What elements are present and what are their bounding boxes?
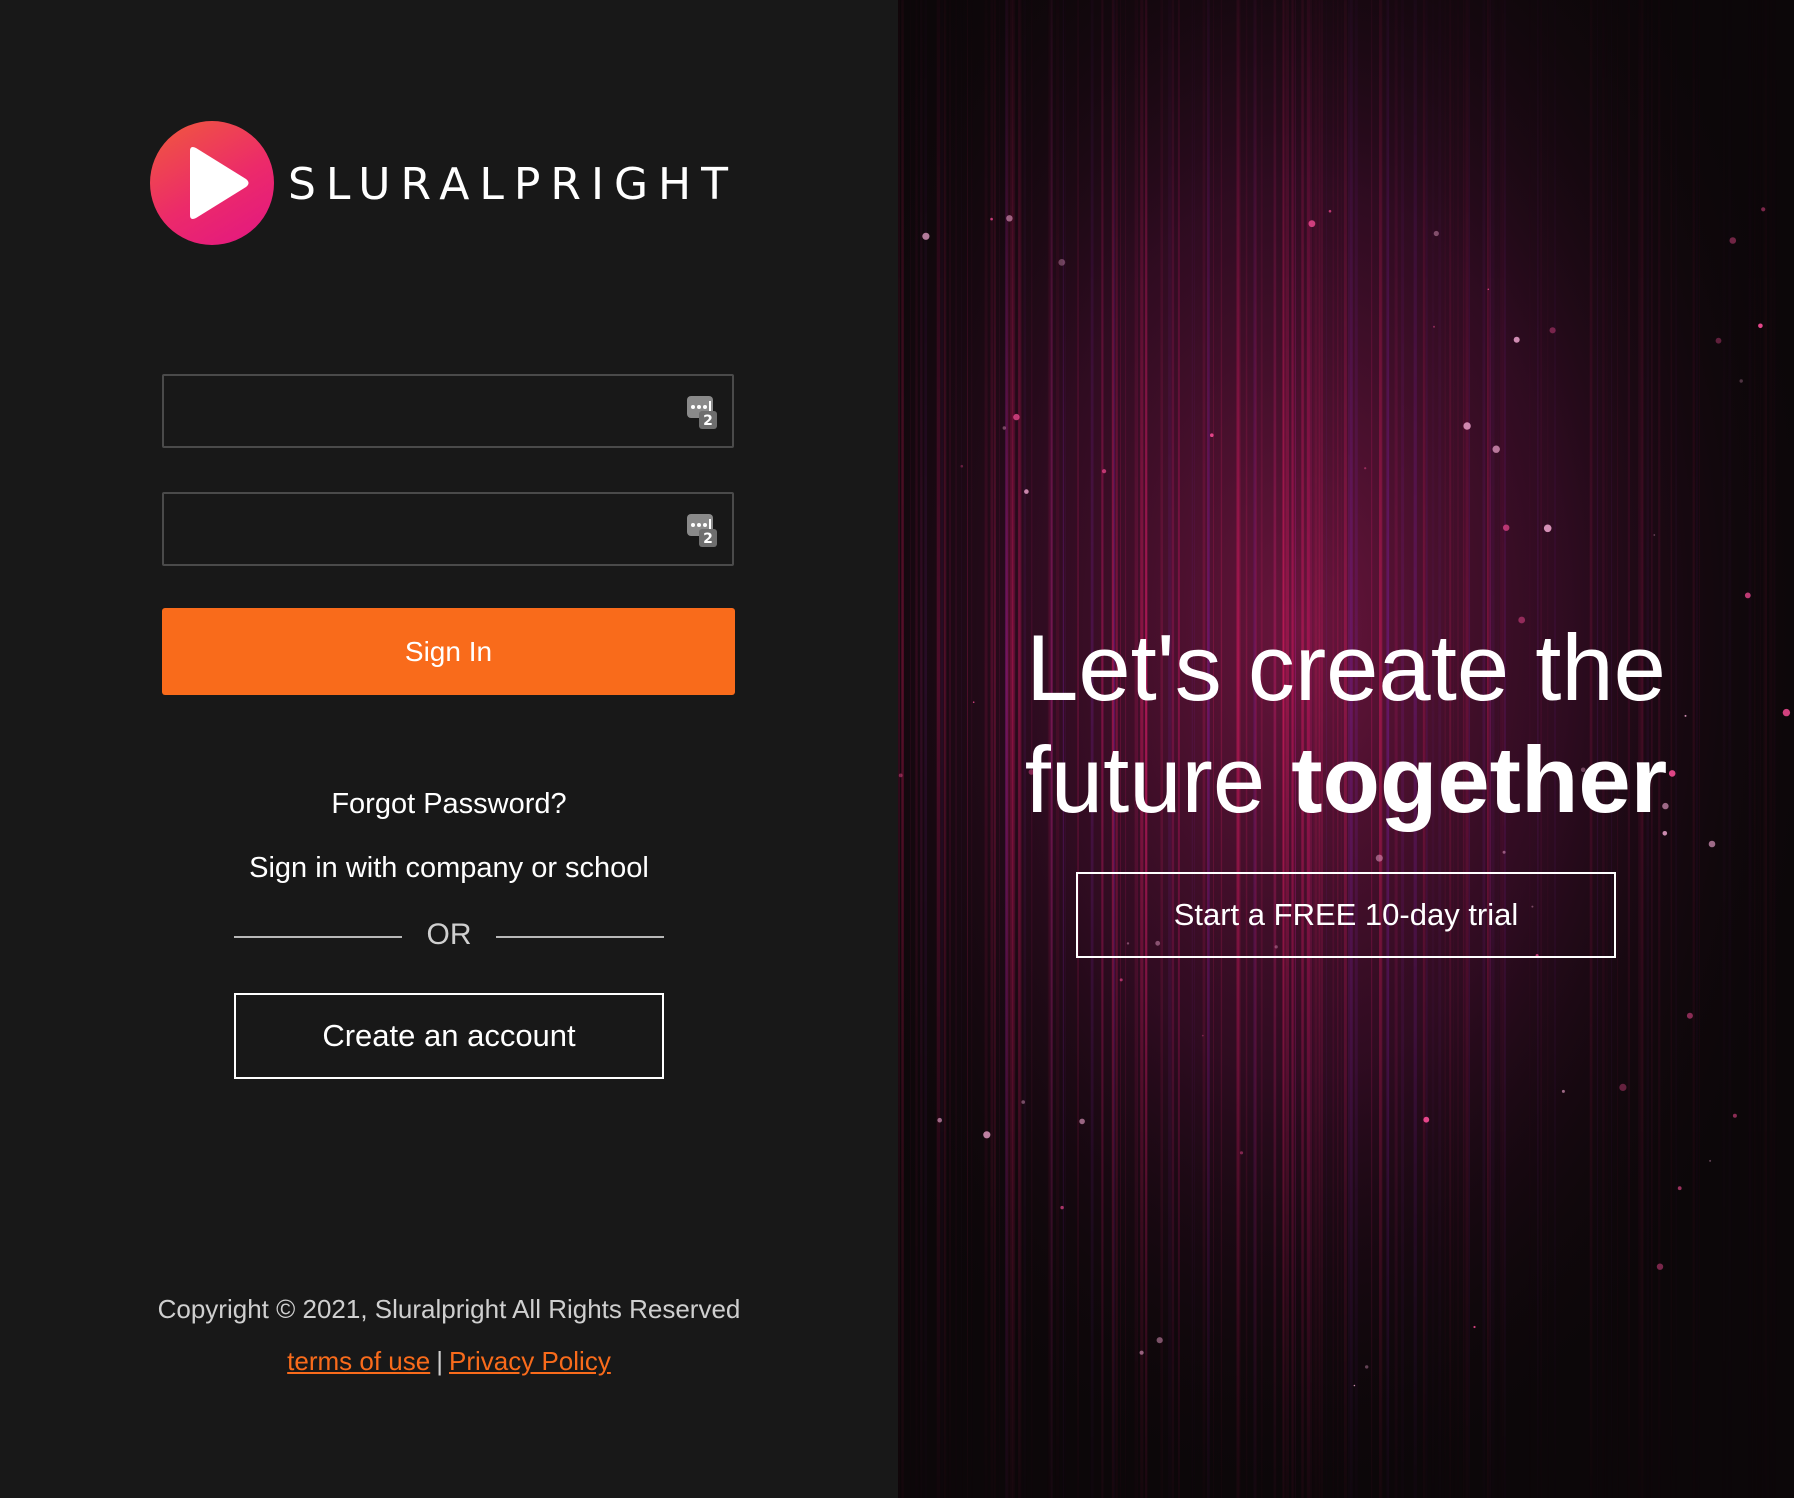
password-input[interactable]: [164, 494, 700, 564]
password-field[interactable]: 2: [162, 492, 734, 566]
brand-logo: SLURALPRIGHT: [150, 121, 738, 245]
play-icon: [150, 121, 274, 245]
password-manager-icon[interactable]: 2: [686, 394, 718, 430]
svg-text:2: 2: [703, 531, 713, 547]
login-panel: SLURALPRIGHT 2 2 Sign In Forgot Password…: [0, 0, 898, 1498]
or-divider: OR: [234, 916, 664, 956]
headline-line-1: Let's create the: [1026, 615, 1666, 720]
or-label: OR: [426, 918, 472, 951]
headline-line-2: future together: [898, 724, 1794, 836]
brand-name: SLURALPRIGHT: [288, 159, 738, 210]
terms-of-use-link[interactable]: terms of use: [287, 1346, 430, 1376]
headline-bold-text: together: [1291, 727, 1668, 832]
hero-headline: Let's create the future together: [898, 612, 1794, 836]
headline-normal-text: future: [1024, 727, 1292, 832]
hero-panel: Let's create the future together Start a…: [898, 0, 1794, 1498]
password-manager-icon[interactable]: 2: [686, 512, 718, 548]
footer-links: terms of use | Privacy Policy: [0, 1346, 898, 1377]
create-account-button[interactable]: Create an account: [234, 993, 664, 1079]
company-sign-in-link[interactable]: Sign in with company or school: [0, 852, 898, 885]
free-trial-button[interactable]: Start a FREE 10-day trial: [1076, 872, 1616, 958]
divider-line: [496, 936, 664, 938]
username-field[interactable]: 2: [162, 374, 734, 448]
svg-text:2: 2: [703, 413, 713, 429]
footer-separator: |: [436, 1346, 443, 1376]
sign-in-button[interactable]: Sign In: [162, 608, 735, 695]
copyright-text: Copyright © 2021, Sluralpright All Right…: [157, 1294, 741, 1324]
username-input[interactable]: [164, 376, 700, 446]
forgot-password-link[interactable]: Forgot Password?: [0, 788, 898, 821]
privacy-policy-link[interactable]: Privacy Policy: [449, 1346, 611, 1376]
